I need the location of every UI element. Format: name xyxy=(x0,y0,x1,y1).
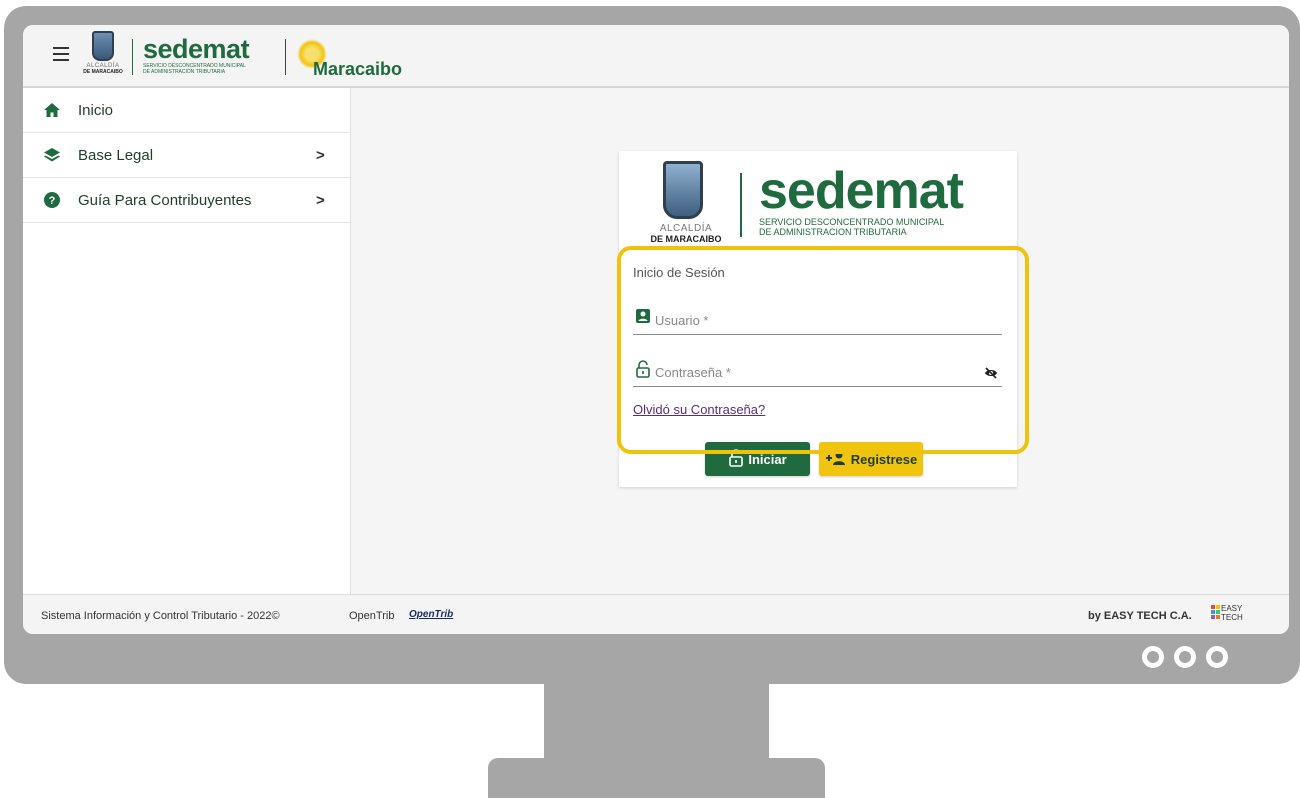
alcaldia-crest-logo: ALCALDÍA DE MARACAIBO xyxy=(79,31,127,83)
brand-name: sedemat xyxy=(759,162,964,220)
add-user-icon xyxy=(825,450,847,469)
indicator-dot-icon xyxy=(1206,646,1228,668)
forgot-password-link[interactable]: Olvidó su Contraseña? xyxy=(633,402,765,417)
screen: ALCALDÍA DE MARACAIBO sedemat SERVICIO D… xyxy=(23,25,1289,634)
help-circle-icon: ? xyxy=(43,191,61,209)
indicator-dot-icon xyxy=(1174,646,1196,668)
layers-icon xyxy=(43,146,61,164)
lock-icon xyxy=(635,360,651,378)
app-header: ALCALDÍA DE MARACAIBO sedemat SERVICIO D… xyxy=(23,25,1289,88)
header-divider xyxy=(285,39,286,75)
login-button-label: Iniciar xyxy=(748,451,787,467)
easytech-line1: EASY xyxy=(1221,604,1243,613)
crest-line1: ALCALDÍA xyxy=(659,223,713,234)
footer-by-text: by EASY TECH C.A. xyxy=(1088,610,1192,622)
monitor-stand-neck xyxy=(544,684,769,764)
sedemat-logo: sedemat SERVICIO DESCONCENTRADO MUNICIPA… xyxy=(759,162,964,237)
logo-divider xyxy=(740,173,742,237)
city-logo: Maracaibo xyxy=(313,59,403,79)
sidebar-item-guia[interactable]: ? Guía Para Contribuyentes > xyxy=(23,178,350,223)
footer-system-text: Sistema Información y Control Tributario… xyxy=(41,610,280,622)
sidebar-item-label: Inicio xyxy=(78,101,114,119)
lock-icon xyxy=(728,448,744,470)
username-input[interactable] xyxy=(653,312,977,329)
crest-line2: DE MARACAIBO xyxy=(83,69,123,75)
crest-shield-icon xyxy=(92,31,114,61)
crest-shield-icon xyxy=(663,161,703,219)
easytech-line2: TECH xyxy=(1221,613,1243,622)
brand-name: sedemat xyxy=(143,34,250,64)
sidebar-item-base-legal[interactable]: Base Legal > xyxy=(23,133,350,178)
svg-text:?: ? xyxy=(49,195,56,207)
monitor-indicator-dots xyxy=(1142,646,1228,668)
main-content: ALCALDÍA DE MARACAIBO sedemat SERVICIO D… xyxy=(351,88,1289,594)
user-card-icon xyxy=(635,308,651,324)
crest-line2: DE MARACAIBO xyxy=(650,234,722,244)
opentrib-logo[interactable]: OpenTrib xyxy=(409,609,453,620)
easytech-logo: EASY TECH xyxy=(1211,604,1251,626)
home-icon xyxy=(43,101,61,119)
monitor-stand-base xyxy=(488,758,825,798)
sidebar-item-label: Base Legal xyxy=(78,146,154,164)
chevron-right-icon: > xyxy=(316,146,325,164)
login-title: Inicio de Sesión xyxy=(633,265,725,280)
menu-icon[interactable] xyxy=(53,47,69,61)
login-button[interactable]: Iniciar xyxy=(705,442,810,476)
register-button-label: Registrese xyxy=(850,451,918,467)
login-card: ALCALDÍA DE MARACAIBO sedemat SERVICIO D… xyxy=(619,151,1017,487)
brand-sub2: DE ADMINISTRACION TRIBUTARIA xyxy=(759,227,907,237)
sidebar-item-inicio[interactable]: Inicio xyxy=(23,88,350,133)
password-field[interactable] xyxy=(633,356,1002,387)
eye-off-icon[interactable] xyxy=(984,366,998,379)
register-button[interactable]: Registrese xyxy=(819,442,923,476)
brand-sub1: SERVICIO DESCONCENTRADO MUNICIPAL xyxy=(759,217,945,227)
footer-opentrib-text: OpenTrib xyxy=(349,610,395,622)
username-field[interactable] xyxy=(633,304,1002,335)
alcaldia-crest-logo: ALCALDÍA DE MARACAIBO xyxy=(641,161,731,253)
monitor-frame: ALCALDÍA DE MARACAIBO sedemat SERVICIO D… xyxy=(4,6,1300,684)
brand-sub2: DE ADMINISTRACION TRIBUTARIA xyxy=(143,69,226,75)
indicator-dot-icon xyxy=(1142,646,1164,668)
chevron-right-icon: > xyxy=(316,191,325,209)
header-divider xyxy=(132,39,133,75)
app-footer: Sistema Información y Control Tributario… xyxy=(23,594,1289,634)
sidebar: Inicio Base Legal > ? Guía Para Contribu… xyxy=(23,88,351,594)
sedemat-logo: sedemat SERVICIO DESCONCENTRADO MUNICIPA… xyxy=(143,34,250,75)
sidebar-item-label: Guía Para Contribuyentes xyxy=(78,191,252,209)
password-input[interactable] xyxy=(653,364,977,381)
